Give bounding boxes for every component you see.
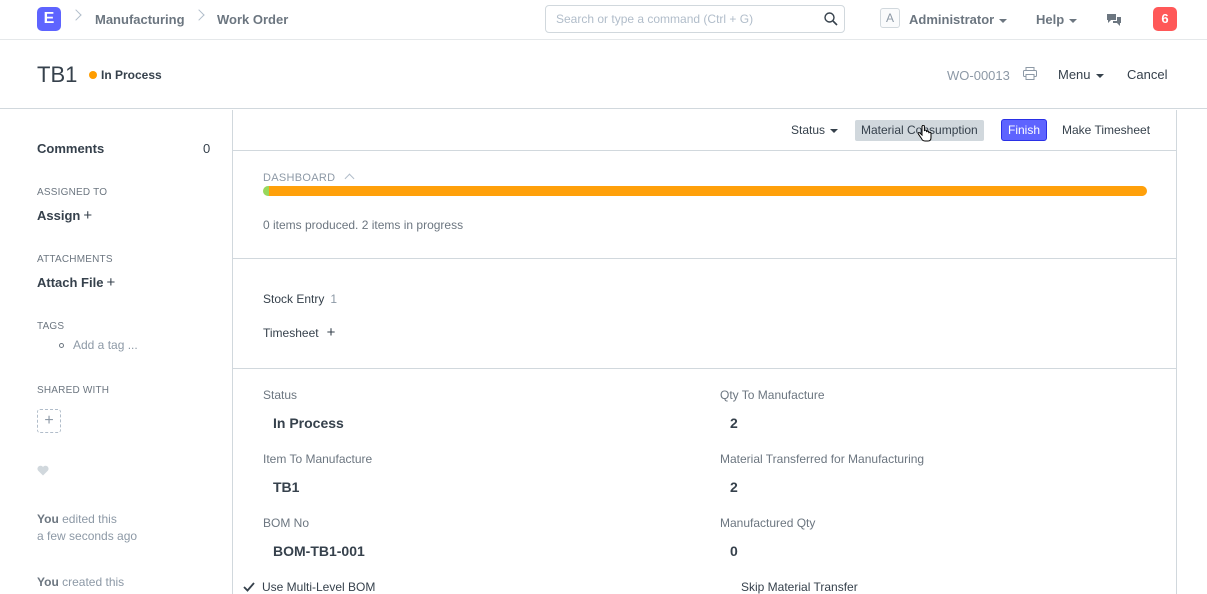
breadcrumb-work-order[interactable]: Work Order bbox=[217, 12, 288, 27]
menu-button[interactable]: Menu bbox=[1058, 67, 1104, 82]
status-dropdown[interactable]: Status bbox=[791, 123, 839, 137]
attachments-heading: ATTACHMENTS bbox=[37, 254, 113, 265]
progress-summary: 0 items produced. 2 items in progress bbox=[263, 218, 464, 232]
link-label: Stock Entry bbox=[263, 292, 325, 306]
cancel-button[interactable]: Cancel bbox=[1127, 67, 1167, 82]
print-icon[interactable] bbox=[1023, 67, 1037, 80]
activity-item: You created this bbox=[37, 574, 124, 591]
finish-button[interactable]: Finish bbox=[1001, 119, 1048, 141]
dashboard-heading[interactable]: DASHBOARD bbox=[263, 172, 335, 184]
status-badge: In Process bbox=[101, 68, 162, 82]
stock-entry-link[interactable]: Stock Entry 1 bbox=[263, 292, 337, 306]
breadcrumb-chevron-icon bbox=[70, 9, 82, 21]
connections-section: Stock Entry 1 Timesheet + bbox=[233, 259, 1176, 369]
assigned-to-heading: ASSIGNED TO bbox=[37, 187, 108, 198]
status-field-label: Status bbox=[263, 388, 298, 402]
timesheet-link[interactable]: Timesheet + bbox=[263, 324, 335, 341]
transferred-field-label: Material Transferred for Manufacturing bbox=[720, 452, 925, 466]
skip-material-transfer-checkbox[interactable]: Skip Material Transfer bbox=[741, 580, 858, 594]
link-count: 1 bbox=[330, 292, 338, 306]
comments-count: 0 bbox=[203, 141, 211, 156]
link-label: Timesheet bbox=[263, 326, 319, 340]
help-label: Help bbox=[1036, 12, 1065, 27]
activity-item: You edited this a few seconds ago bbox=[37, 511, 137, 545]
attach-file-label: Attach File bbox=[37, 275, 104, 290]
check-icon bbox=[243, 582, 255, 592]
page-head: TB1 In Process WO-00013 Menu Cancel bbox=[0, 40, 1207, 109]
qty-field-value: 2 bbox=[730, 415, 738, 431]
activity-action: created this bbox=[62, 575, 125, 589]
item-field-label: Item To Manufacture bbox=[263, 452, 373, 466]
caret-down-icon bbox=[999, 18, 1008, 23]
item-field-value: TB1 bbox=[273, 479, 300, 495]
activity-action: edited this bbox=[62, 512, 117, 526]
activity-time: a few seconds ago bbox=[37, 529, 138, 543]
menu-label: Menu bbox=[1058, 67, 1091, 82]
form-sidebar: Comments 0 ASSIGNED TO Assign + ATTACHMEN… bbox=[0, 110, 232, 594]
activity-actor: You bbox=[37, 575, 59, 589]
qty-field-label: Qty To Manufacture bbox=[720, 388, 825, 402]
page-title: TB1 bbox=[37, 62, 78, 87]
assign-label: Assign bbox=[37, 208, 81, 223]
status-dropdown-label: Status bbox=[791, 123, 826, 137]
search-bar bbox=[545, 5, 845, 33]
bom-field-label: BOM No bbox=[263, 516, 310, 530]
attach-file-button[interactable]: Attach File + bbox=[37, 274, 115, 291]
make-timesheet-button[interactable]: Make Timesheet bbox=[1062, 123, 1150, 137]
activity-actor: You bbox=[37, 512, 59, 526]
hand-cursor-icon bbox=[918, 125, 932, 142]
chat-icon[interactable] bbox=[1106, 13, 1122, 27]
app-logo[interactable]: E bbox=[37, 7, 61, 31]
dashboard-section: DASHBOARD bbox=[233, 151, 1176, 259]
shared-with-heading: SHARED WITH bbox=[37, 385, 110, 396]
add-tag-input[interactable]: Add a tag ... bbox=[73, 338, 138, 352]
manufactured-field-label: Manufactured Qty bbox=[720, 516, 816, 530]
search-input[interactable] bbox=[556, 6, 816, 32]
comments-link[interactable]: Comments bbox=[37, 141, 104, 156]
form-layout: Status Material Consumption Finish Make … bbox=[232, 110, 1177, 594]
user-name: Administrator bbox=[909, 12, 995, 27]
assign-button[interactable]: Assign + bbox=[37, 207, 92, 224]
bom-field-value: BOM-TB1-001 bbox=[273, 543, 365, 559]
plus-icon[interactable]: + bbox=[327, 324, 336, 341]
document-name: WO-00013 bbox=[947, 68, 1010, 83]
status-indicator-icon bbox=[89, 71, 97, 79]
caret-down-icon bbox=[1069, 18, 1078, 23]
notification-badge[interactable]: 6 bbox=[1153, 7, 1177, 31]
bullet-icon bbox=[59, 343, 64, 348]
multi-level-bom-checkbox[interactable]: Use Multi-Level BOM bbox=[262, 580, 375, 594]
tags-heading: TAGS bbox=[37, 321, 65, 332]
chevron-up-icon[interactable] bbox=[344, 173, 355, 184]
search-icon[interactable] bbox=[824, 12, 838, 26]
status-field-value: In Process bbox=[273, 415, 344, 431]
navbar: E Manufacturing Work Order A Administrat… bbox=[0, 0, 1207, 40]
breadcrumb-chevron-icon bbox=[193, 9, 205, 21]
add-share-button[interactable]: + bbox=[37, 409, 61, 433]
caret-down-icon bbox=[1095, 73, 1104, 78]
caret-down-icon bbox=[830, 128, 839, 133]
form-toolbar: Status Material Consumption Finish Make … bbox=[233, 110, 1176, 151]
avatar[interactable]: A bbox=[880, 8, 900, 28]
help-menu[interactable]: Help bbox=[1036, 12, 1078, 27]
plus-icon: + bbox=[106, 274, 116, 291]
plus-icon: + bbox=[83, 207, 93, 224]
progress-in-progress bbox=[269, 186, 1147, 196]
breadcrumb-manufacturing[interactable]: Manufacturing bbox=[95, 12, 185, 27]
user-menu[interactable]: Administrator bbox=[909, 12, 1008, 27]
transferred-field-value: 2 bbox=[730, 479, 738, 495]
heart-icon[interactable] bbox=[37, 465, 49, 476]
manufactured-field-value: 0 bbox=[730, 543, 738, 559]
progress-bar bbox=[263, 186, 1147, 196]
